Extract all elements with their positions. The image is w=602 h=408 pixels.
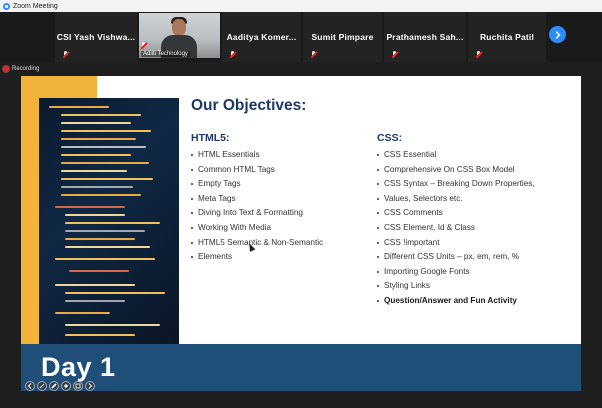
list-item: Comprehensive On CSS Box Model bbox=[377, 163, 535, 178]
list-item: Different CSS Units – px, em, rem, % bbox=[377, 250, 535, 265]
participant-name: CSI Yash Vishwa... bbox=[56, 32, 136, 42]
pen-tool-button[interactable] bbox=[37, 381, 47, 391]
participant-name: Aaditya Komer... bbox=[226, 32, 297, 42]
presentation-toolbar bbox=[25, 380, 95, 392]
laser-pointer-icon bbox=[64, 384, 68, 388]
list-item: CSS Syntax – Breaking Down Properties, bbox=[377, 177, 535, 192]
list-item: CSS Element, Id & Class bbox=[377, 221, 535, 236]
participant-name: Prathamesh Sah... bbox=[386, 32, 464, 42]
mic-muted-icon bbox=[311, 51, 317, 58]
list-item: Styling Links bbox=[377, 279, 535, 294]
participant-tile[interactable]: Sumit Pimpare bbox=[303, 12, 382, 62]
participant-video-label: Adiiti Technology bbox=[141, 51, 190, 57]
pointer-tool-button[interactable] bbox=[61, 381, 71, 391]
participant-tile[interactable]: Ruchita Patil bbox=[468, 12, 546, 62]
mic-muted-icon bbox=[141, 42, 147, 49]
mic-muted-icon bbox=[63, 51, 69, 58]
window-title: Zoom Meeting bbox=[13, 2, 58, 10]
recording-dot-icon bbox=[3, 66, 9, 72]
slide-title: Our Objectives: bbox=[191, 97, 307, 114]
recording-indicator[interactable]: Recording bbox=[3, 66, 39, 72]
list-item: Empty Tags bbox=[191, 177, 323, 192]
grid-icon bbox=[75, 383, 81, 389]
mic-muted-icon bbox=[392, 51, 398, 58]
list-item: HTML5 Semantic & Non-Semantic bbox=[191, 236, 323, 251]
chevron-right-icon bbox=[88, 383, 93, 389]
list-item: CSS Essential bbox=[377, 148, 535, 163]
recording-label: Recording bbox=[12, 66, 40, 72]
participant-strip: CSI Yash Vishwa... Aaditya Komer... Sumi… bbox=[0, 12, 602, 62]
list-item: Working With Media bbox=[191, 221, 323, 236]
next-slide-button[interactable] bbox=[85, 381, 95, 391]
mic-muted-icon bbox=[230, 51, 236, 58]
participant-tile[interactable]: Aaditya Komer... bbox=[222, 12, 301, 62]
pen-icon bbox=[39, 383, 45, 389]
list-item: HTML Essentials bbox=[191, 148, 323, 163]
mic-muted-icon bbox=[476, 51, 482, 58]
list-item: Values, Selectors etc. bbox=[377, 192, 535, 207]
html-objectives-list: HTML Essentials Common HTML Tags Empty T… bbox=[191, 148, 323, 265]
html-heading: HTML5: bbox=[191, 132, 230, 144]
list-item: Question/Answer and Fun Activity bbox=[377, 294, 535, 309]
css-heading: CSS: bbox=[377, 132, 403, 144]
presentation-slide: Our Objectives: HTML5: HTML Essentials C… bbox=[21, 76, 581, 391]
list-item: Elements bbox=[191, 250, 323, 265]
participant-tile[interactable]: CSI Yash Vishwa... bbox=[55, 12, 137, 62]
zoom-logo-icon bbox=[3, 2, 10, 10]
highlighter-icon bbox=[51, 383, 57, 389]
previous-slide-button[interactable] bbox=[25, 381, 35, 391]
participant-tile[interactable]: Prathamesh Sah... bbox=[384, 12, 466, 62]
next-participants-button[interactable] bbox=[549, 26, 566, 43]
list-item: CSS !important bbox=[377, 236, 535, 251]
slide-grid-button[interactable] bbox=[73, 381, 83, 391]
day-banner: Day 1 bbox=[21, 344, 581, 391]
css-objectives-list: CSS Essential Comprehensive On CSS Box M… bbox=[377, 148, 535, 309]
participant-video[interactable]: Adiiti Technology bbox=[139, 13, 220, 58]
list-item: Common HTML Tags bbox=[191, 163, 323, 178]
list-item: Importing Google Fonts bbox=[377, 265, 535, 280]
participant-name: Sumit Pimpare bbox=[311, 32, 374, 42]
chevron-left-icon bbox=[27, 383, 32, 389]
chevron-right-icon bbox=[555, 30, 560, 39]
day-label: Day 1 bbox=[41, 352, 116, 382]
code-screen-image bbox=[39, 98, 179, 344]
participant-name: Ruchita Patil bbox=[479, 32, 535, 42]
list-item: CSS Comments bbox=[377, 206, 535, 221]
highlighter-tool-button[interactable] bbox=[49, 381, 59, 391]
list-item: Diving Into Text & Formatting bbox=[191, 206, 323, 221]
list-item: Meta Tags bbox=[191, 192, 323, 207]
